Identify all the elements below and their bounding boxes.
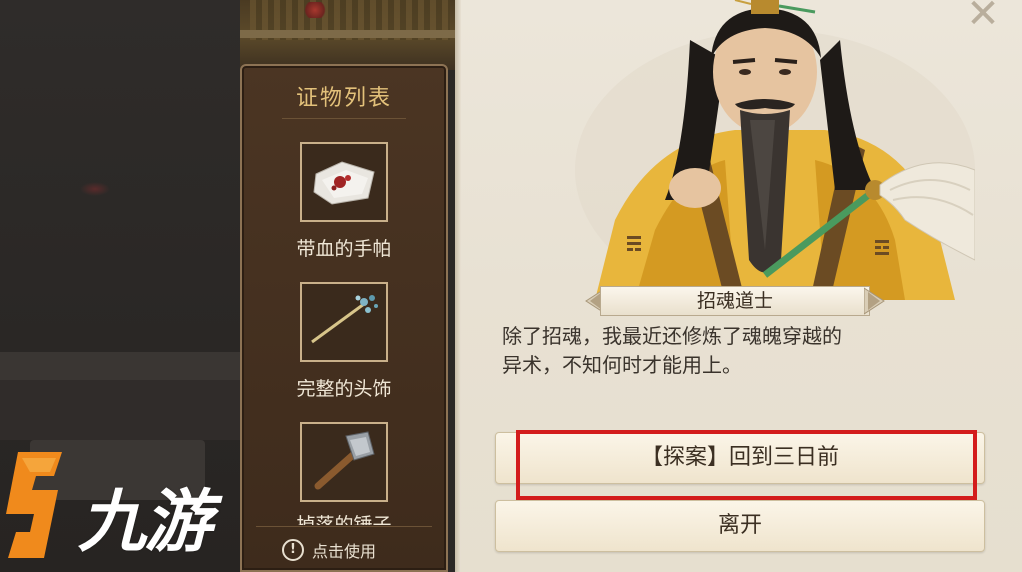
evidence-item-frame[interactable] (300, 282, 388, 362)
evidence-list-title: 证物列表 (295, 86, 392, 111)
npc-name-plate: 招魂道士 (580, 284, 890, 318)
use-hint-label: 点击使用 (312, 542, 377, 561)
watermark-text: 九游 (78, 483, 212, 562)
game-scene-strip (240, 0, 455, 70)
scene-railing (240, 30, 455, 38)
background-band-lower (0, 380, 250, 440)
evidence-item[interactable]: 掉落的锤子 (242, 422, 446, 552)
npc-name: 招魂道士 (696, 290, 773, 312)
evidence-item[interactable]: 完整的头饰 (242, 282, 446, 412)
watermark: 九游 (0, 452, 220, 562)
info-icon: ! (282, 539, 304, 561)
panel-divider (256, 526, 432, 527)
use-hint[interactable]: ! 点击使用 (282, 538, 442, 562)
evidence-item-label: 带血的手帕 (296, 238, 392, 260)
bloody-handkerchief-icon (302, 144, 386, 220)
evidence-item-frame[interactable] (300, 142, 388, 222)
npc-portrait (575, 0, 975, 300)
name-plate-cap-right (864, 287, 885, 315)
evidence-item-frame[interactable] (300, 422, 388, 502)
hairpin-icon (302, 284, 386, 360)
option-leave-button[interactable]: 离开 (495, 500, 985, 552)
title-divider (282, 118, 406, 119)
highlight-box (516, 430, 977, 500)
watermark-logo-icon (6, 452, 62, 558)
evidence-list-panel: 证物列表 带血的手帕 完整的头饰 掉落的锤子 ! 点击使用 (240, 64, 448, 572)
dialog-panel: ✕ 招魂道士 除了招魂，我最近还修炼了魂魄穿越的 异术，不知何时才能用上。 【探… (455, 0, 1022, 572)
dialog-edge (455, 0, 461, 572)
dialog-text: 除了招魂，我最近还修炼了魂魄穿越的 异术，不知何时才能用上。 (502, 322, 982, 380)
evidence-item[interactable]: 带血的手帕 (242, 142, 446, 272)
dialog-line: 异术，不知何时才能用上。 (502, 353, 742, 377)
dialog-line: 除了招魂，我最近还修炼了魂魄穿越的 (502, 324, 842, 348)
background-band (0, 352, 250, 380)
hammer-icon (302, 424, 386, 500)
evidence-item-label: 掉落的锤子 (296, 514, 392, 536)
background-marker (80, 182, 110, 196)
scene-flower (302, 2, 328, 18)
evidence-item-label: 完整的头饰 (296, 378, 392, 400)
